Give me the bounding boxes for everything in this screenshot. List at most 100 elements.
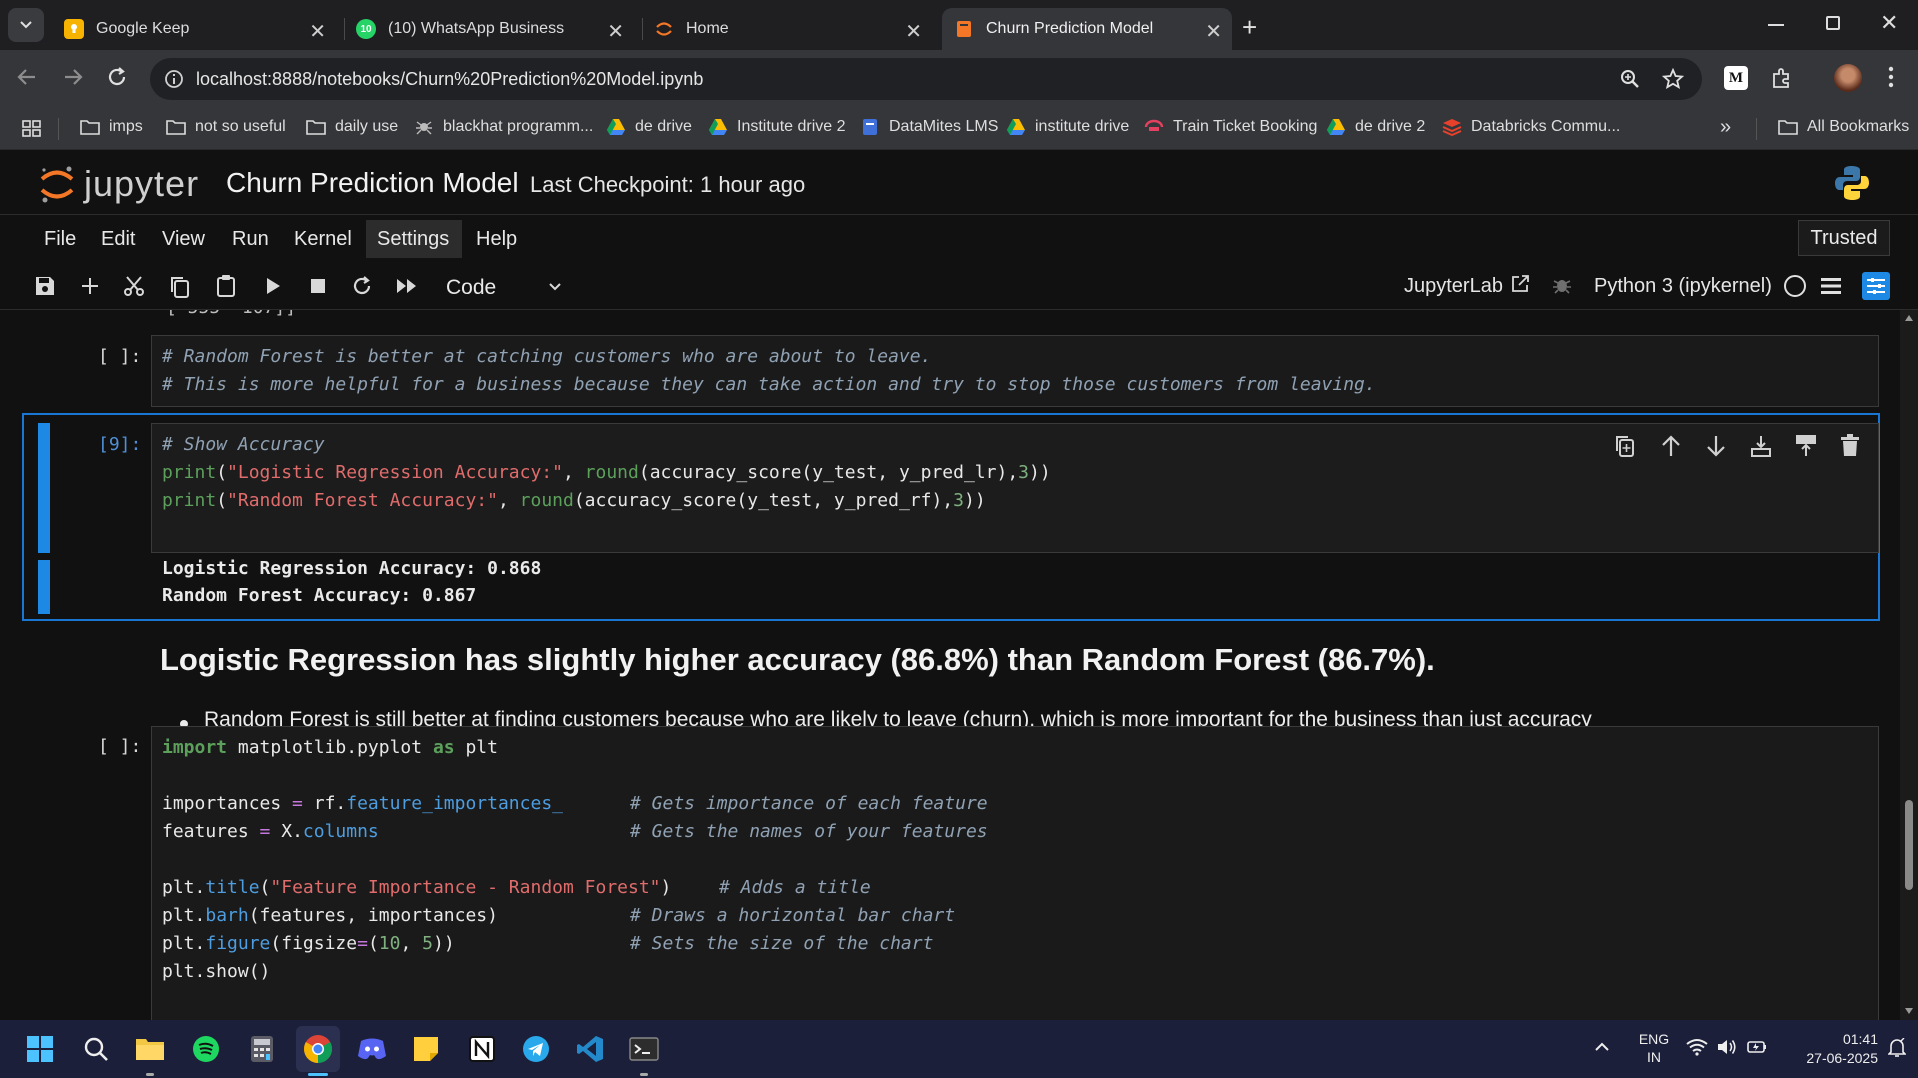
apps-grid-icon[interactable]	[22, 120, 42, 138]
close-icon[interactable]: ✕	[1205, 19, 1222, 44]
restart-icon[interactable]	[351, 275, 373, 297]
notebook-title[interactable]: Churn Prediction Model	[226, 167, 519, 199]
calculator-icon[interactable]	[246, 1033, 278, 1065]
delete-cell-icon[interactable]	[1840, 434, 1860, 458]
code-cell-input[interactable]: import matplotlib.pyplot as plt importan…	[151, 726, 1879, 1020]
discord-icon[interactable]	[356, 1033, 388, 1065]
stop-icon[interactable]	[310, 278, 326, 294]
language-indicator[interactable]: ENG IN	[1634, 1030, 1674, 1066]
scrollbar-thumb[interactable]	[1905, 800, 1913, 890]
menu-settings[interactable]: Settings	[377, 228, 449, 251]
bookmark-de-drive-2[interactable]: de drive 2	[1326, 118, 1425, 136]
terminal-icon[interactable]	[628, 1033, 660, 1065]
bookmark-datamites[interactable]: DataMites LMS	[860, 118, 998, 136]
save-icon[interactable]	[34, 275, 56, 297]
trusted-indicator[interactable]: Trusted	[1798, 220, 1890, 256]
tab-search-button[interactable]	[8, 8, 44, 42]
kernel-name[interactable]: Python 3 (ipykernel)	[1594, 275, 1772, 298]
cell-type-select[interactable]: Code	[444, 272, 568, 302]
insert-above-icon[interactable]	[1795, 434, 1817, 458]
tab-home[interactable]: Home ✕	[642, 8, 932, 50]
profile-extension-m[interactable]: M	[1724, 66, 1748, 90]
zoom-icon[interactable]	[1620, 69, 1640, 89]
tray-chevron-up-icon[interactable]	[1594, 1042, 1610, 1052]
close-icon[interactable]: ✕	[607, 19, 624, 44]
site-info-icon[interactable]	[164, 69, 184, 89]
move-down-icon[interactable]	[1705, 434, 1727, 458]
cell-collapser-input[interactable]	[38, 423, 50, 553]
address-bar[interactable]: localhost:8888/notebooks/Churn%20Predict…	[150, 58, 1702, 100]
menu-view[interactable]: View	[162, 228, 205, 251]
external-link-icon[interactable]	[1510, 274, 1530, 294]
notebook-scrollbar[interactable]	[1900, 310, 1918, 1020]
sticky-notes-icon[interactable]	[410, 1033, 442, 1065]
reload-button[interactable]	[106, 66, 128, 88]
battery-icon[interactable]	[1746, 1038, 1768, 1056]
spotify-icon[interactable]	[190, 1033, 222, 1065]
bookmark-star-icon[interactable]	[1662, 68, 1684, 90]
volume-icon[interactable]	[1716, 1038, 1738, 1056]
new-tab-button[interactable]: +	[1242, 12, 1257, 43]
code-cell-input[interactable]: # Random Forest is better at catching cu…	[151, 335, 1879, 407]
start-windows-icon[interactable]	[24, 1033, 56, 1065]
copy-icon[interactable]	[169, 275, 191, 299]
hamburger-menu-icon[interactable]	[1820, 276, 1842, 296]
chrome-icon[interactable]	[302, 1033, 334, 1065]
menu-run[interactable]: Run	[232, 228, 269, 251]
wifi-icon[interactable]	[1686, 1038, 1708, 1056]
scroll-down-icon[interactable]	[1904, 1007, 1914, 1015]
window-close-button[interactable]: ✕	[1880, 10, 1898, 36]
run-icon[interactable]	[264, 276, 282, 296]
notification-bell-icon[interactable]	[1888, 1038, 1906, 1058]
bookmark-imps[interactable]: imps	[80, 118, 143, 136]
jupyterlab-link[interactable]: JupyterLab	[1404, 275, 1503, 298]
menu-kernel[interactable]: Kernel	[294, 228, 352, 251]
avatar[interactable]	[1834, 64, 1862, 92]
tab-churn-prediction[interactable]: Churn Prediction Model ✕	[942, 8, 1232, 50]
notebook-panel[interactable]: [ 555 107]] [ ]: # Random Forest is bett…	[0, 310, 1900, 1020]
debugger-bug-icon[interactable]	[1552, 275, 1572, 295]
extensions-puzzle-icon[interactable]	[1770, 66, 1794, 90]
notion-icon[interactable]	[466, 1033, 498, 1065]
cell-collapser-output[interactable]	[38, 560, 50, 614]
bookmark-institute-drive-2[interactable]: Institute drive 2	[708, 118, 846, 136]
cut-icon[interactable]	[123, 275, 145, 297]
file-explorer-icon[interactable]	[134, 1033, 166, 1065]
close-icon[interactable]: ✕	[309, 19, 326, 44]
clock[interactable]: 01:41 27-06-2025	[1782, 1030, 1878, 1068]
search-icon[interactable]	[80, 1033, 112, 1065]
bookmark-databricks[interactable]: Databricks Commu...	[1442, 118, 1620, 136]
bookmark-train-ticket[interactable]: Train Ticket Booking	[1144, 118, 1317, 136]
menu-edit[interactable]: Edit	[101, 228, 135, 251]
paste-icon[interactable]	[215, 274, 237, 298]
duplicate-cell-icon[interactable]	[1614, 434, 1636, 458]
restore-button[interactable]	[1826, 16, 1840, 30]
minimize-button[interactable]	[1768, 24, 1784, 26]
scroll-up-icon[interactable]	[1904, 314, 1914, 322]
jupyter-logo[interactable]: jupyter	[38, 163, 199, 205]
bookmark-not-so-useful[interactable]: not so useful	[166, 118, 286, 136]
menu-file[interactable]: File	[44, 228, 76, 251]
insert-below-icon[interactable]	[1750, 434, 1772, 458]
tab-title: Churn Prediction Model	[986, 20, 1154, 37]
telegram-icon[interactable]	[520, 1033, 552, 1065]
fast-forward-icon[interactable]	[395, 277, 419, 295]
all-bookmarks[interactable]: All Bookmarks	[1778, 118, 1909, 136]
vscode-icon[interactable]	[574, 1033, 606, 1065]
bookmark-institute-drive[interactable]: institute drive	[1006, 118, 1129, 136]
code-token: importances	[162, 793, 293, 814]
add-cell-icon[interactable]	[79, 275, 101, 297]
more-bookmarks-icon[interactable]: »	[1720, 116, 1731, 139]
property-inspector-icon[interactable]	[1862, 272, 1890, 300]
menu-help[interactable]: Help	[476, 228, 517, 251]
tab-whatsapp[interactable]: 10 (10) WhatsApp Business ✕	[344, 8, 634, 50]
move-up-icon[interactable]	[1660, 434, 1682, 458]
tab-google-keep[interactable]: Google Keep ✕	[52, 8, 336, 50]
bookmark-de-drive[interactable]: de drive	[606, 118, 692, 136]
bookmark-blackhat[interactable]: blackhat programm...	[414, 118, 593, 136]
close-icon[interactable]: ✕	[905, 19, 922, 44]
forward-button[interactable]	[62, 66, 84, 88]
back-button[interactable]	[16, 66, 38, 88]
kebab-menu-icon[interactable]	[1888, 65, 1894, 89]
bookmark-daily-use[interactable]: daily use	[306, 118, 398, 136]
